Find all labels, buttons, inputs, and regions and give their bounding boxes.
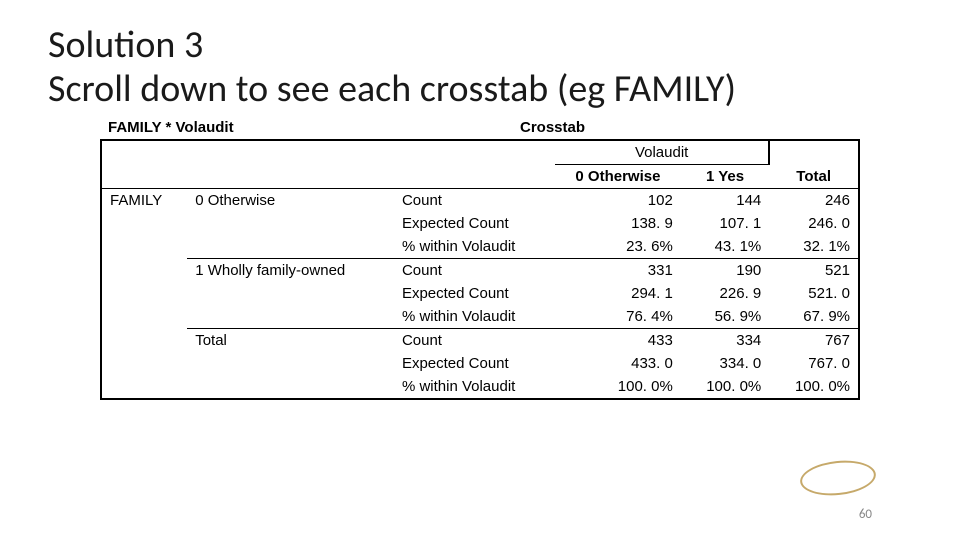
cell: 521 (769, 259, 859, 283)
cell: 100. 0% (555, 375, 681, 399)
cell: 246. 0 (769, 212, 859, 235)
cell: 331 (555, 259, 681, 283)
stat-count: Count (394, 329, 555, 353)
stat-pct: % within Volaudit (394, 375, 555, 399)
table-title-left: FAMILY * Volaudit (108, 119, 234, 136)
cell: 100. 0% (681, 375, 769, 399)
cell: 433. 0 (555, 352, 681, 375)
stat-count: Count (394, 189, 555, 213)
stat-expected: Expected Count (394, 282, 555, 305)
cell: 67. 9% (769, 305, 859, 329)
blank-header (769, 140, 859, 165)
slide: Solution 3 Scroll down to see each cross… (0, 0, 960, 540)
row-category-total: Total (187, 329, 394, 353)
cell: 334 (681, 329, 769, 353)
slide-title: Solution 3 Scroll down to see each cross… (48, 24, 912, 111)
row-category-1: 1 Wholly family-owned (187, 259, 394, 283)
cell: 107. 1 (681, 212, 769, 235)
cell: 23. 6% (555, 235, 681, 259)
page-number: 60 (859, 507, 872, 522)
blank-header (394, 165, 555, 189)
title-line-1: Solution 3 (48, 22, 203, 68)
column-spanner: Volaudit (555, 140, 769, 165)
cell: 102 (555, 189, 681, 213)
cell: 190 (681, 259, 769, 283)
blank-header (101, 165, 394, 189)
cell: 521. 0 (769, 282, 859, 305)
cell: 144 (681, 189, 769, 213)
highlight-ellipse-icon (798, 457, 877, 499)
cell: 767. 0 (769, 352, 859, 375)
cell-grand-total: 767 (769, 329, 859, 353)
stat-pct: % within Volaudit (394, 235, 555, 259)
cell: 226. 9 (681, 282, 769, 305)
table-title-right: Crosstab (520, 119, 585, 136)
col-header-1: 1 Yes (681, 165, 769, 189)
cell: 334. 0 (681, 352, 769, 375)
cell: 32. 1% (769, 235, 859, 259)
title-line-2: Scroll down to see each crosstab (eg FAM… (48, 66, 736, 112)
stat-pct: % within Volaudit (394, 305, 555, 329)
cell: 294. 1 (555, 282, 681, 305)
crosstab-table: Volaudit 0 Otherwise 1 Yes Total FAMILY … (100, 139, 860, 400)
cell: 100. 0% (769, 375, 859, 399)
crosstab-container: FAMILY * Volaudit Crosstab Volaudit 0 Ot… (100, 139, 860, 400)
blank-header (394, 140, 555, 165)
col-header-total: Total (769, 165, 859, 189)
cell: 246 (769, 189, 859, 213)
cell: 56. 9% (681, 305, 769, 329)
row-category-0: 0 Otherwise (187, 189, 394, 213)
row-variable: FAMILY (101, 189, 187, 213)
cell: 76. 4% (555, 305, 681, 329)
col-header-0: 0 Otherwise (555, 165, 681, 189)
stat-expected: Expected Count (394, 352, 555, 375)
cell: 138. 9 (555, 212, 681, 235)
stat-count: Count (394, 259, 555, 283)
cell: 43. 1% (681, 235, 769, 259)
blank-header (101, 140, 394, 165)
cell: 433 (555, 329, 681, 353)
stat-expected: Expected Count (394, 212, 555, 235)
